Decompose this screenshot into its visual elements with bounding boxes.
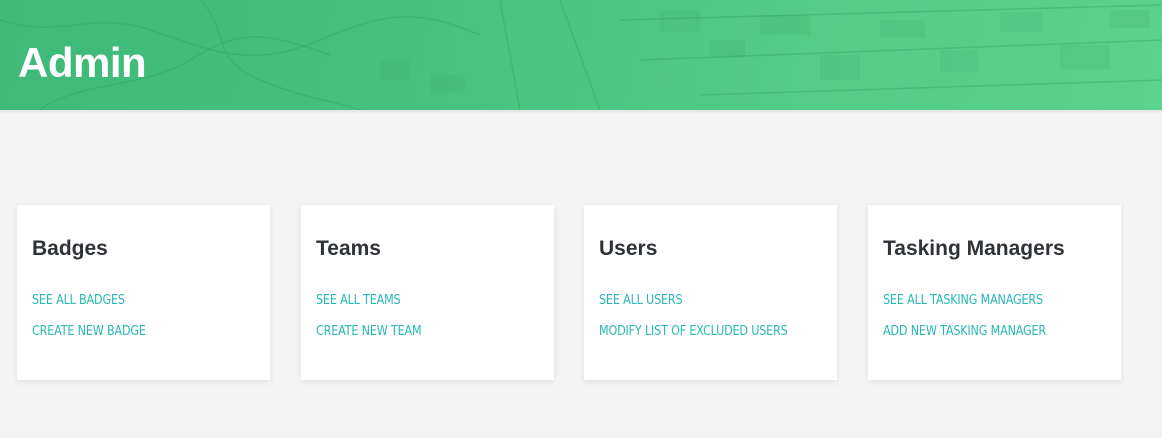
card-title-badges: Badges [32, 237, 108, 260]
banner-divider [0, 110, 1162, 114]
see-all-users-link[interactable]: SEE ALL USERS [599, 293, 791, 309]
card-links: SEE ALL TEAMS CREATE NEW TEAM [316, 293, 539, 340]
card-links: SEE ALL TASKING MANAGERS ADD NEW TASKING… [883, 293, 1106, 340]
satellite-texture [0, 0, 1162, 110]
create-new-badge-link[interactable]: CREATE NEW BADGE [32, 324, 224, 340]
header-banner: Admin [0, 0, 1162, 110]
teams-card: Teams SEE ALL TEAMS CREATE NEW TEAM [301, 205, 554, 380]
users-card: Users SEE ALL USERS MODIFY LIST OF EXCLU… [584, 205, 837, 380]
card-title-teams: Teams [316, 237, 381, 260]
see-all-badges-link[interactable]: SEE ALL BADGES [32, 293, 224, 309]
badges-card: Badges SEE ALL BADGES CREATE NEW BADGE [17, 205, 270, 380]
card-links: SEE ALL BADGES CREATE NEW BADGE [32, 293, 255, 340]
card-title-tasking-managers: Tasking Managers [883, 237, 1065, 260]
modify-excluded-users-link[interactable]: MODIFY LIST OF EXCLUDED USERS [599, 324, 791, 340]
see-all-teams-link[interactable]: SEE ALL TEAMS [316, 293, 508, 309]
tasking-managers-card: Tasking Managers SEE ALL TASKING MANAGER… [868, 205, 1121, 380]
add-new-tasking-manager-link[interactable]: ADD NEW TASKING MANAGER [883, 324, 1075, 340]
create-new-team-link[interactable]: CREATE NEW TEAM [316, 324, 508, 340]
card-links: SEE ALL USERS MODIFY LIST OF EXCLUDED US… [599, 293, 822, 340]
see-all-tasking-managers-link[interactable]: SEE ALL TASKING MANAGERS [883, 293, 1075, 309]
card-title-users: Users [599, 237, 658, 260]
page-title: Admin [18, 39, 147, 86]
